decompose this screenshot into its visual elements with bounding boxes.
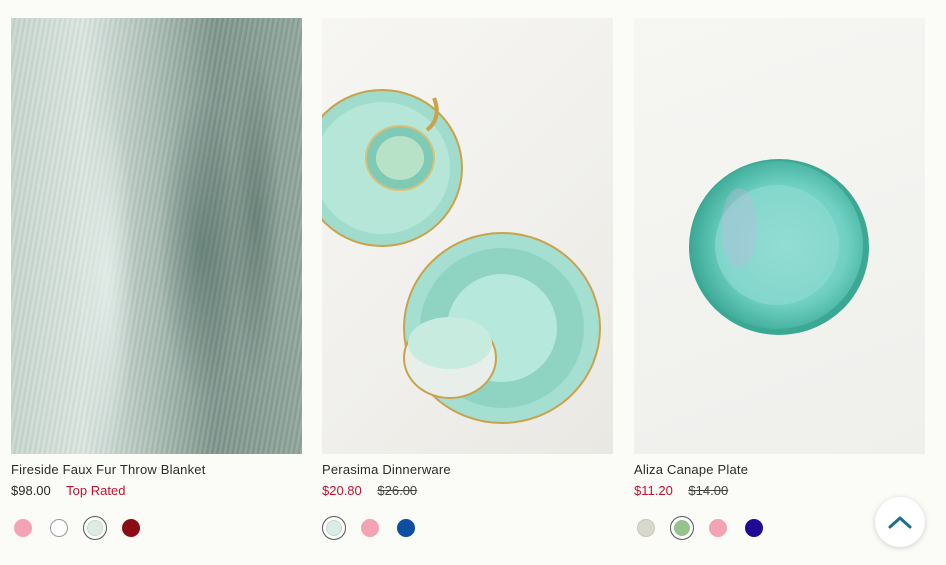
color-swatches [11,516,302,540]
color-swatch-blue[interactable] [397,519,415,537]
color-swatch-pink[interactable] [361,519,379,537]
price-row: $11.20 $14.00 [634,483,925,499]
color-swatch-pink[interactable] [709,519,727,537]
color-swatches [322,516,613,540]
chevron-up-icon [888,516,912,529]
product-image-blanket[interactable] [11,18,302,454]
sale-price: $20.80 [322,483,362,498]
canape-plate-illustration [689,159,869,335]
color-swatch-pink[interactable] [14,519,32,537]
product-grid: Fireside Faux Fur Throw Blanket $98.00 T… [0,0,946,565]
product-card-perasima-dinnerware[interactable]: Perasima Dinnerware $20.80 $26.00 [322,18,613,540]
original-price: $14.00 [688,483,729,498]
color-swatch-white[interactable] [50,519,68,537]
price-row: $98.00 Top Rated [11,483,302,499]
dinnerware-illustration [322,89,601,424]
product-image-dinnerware[interactable] [322,18,613,454]
product-price: $98.00 [11,483,51,498]
scroll-to-top-button[interactable] [875,497,925,547]
original-price: $26.00 [377,483,418,498]
color-swatch-mint-selected[interactable] [83,516,107,540]
color-swatch-burgundy[interactable] [122,519,140,537]
color-swatch-mint-selected[interactable] [322,516,346,540]
product-card-aliza-canape-plate[interactable]: Aliza Canape Plate $11.20 $14.00 [634,18,925,540]
product-title[interactable]: Perasima Dinnerware [322,462,613,478]
price-row: $20.80 $26.00 [322,483,613,499]
color-swatch-indigo[interactable] [745,519,763,537]
product-title[interactable]: Aliza Canape Plate [634,462,925,478]
product-image-canape-plate[interactable] [634,18,925,454]
top-rated-badge: Top Rated [66,483,126,498]
product-title[interactable]: Fireside Faux Fur Throw Blanket [11,462,302,478]
sale-price: $11.20 [634,483,673,498]
color-swatch-grey[interactable] [637,519,655,537]
product-card-fireside-blanket[interactable]: Fireside Faux Fur Throw Blanket $98.00 T… [11,18,302,540]
color-swatch-green-selected[interactable] [670,516,694,540]
